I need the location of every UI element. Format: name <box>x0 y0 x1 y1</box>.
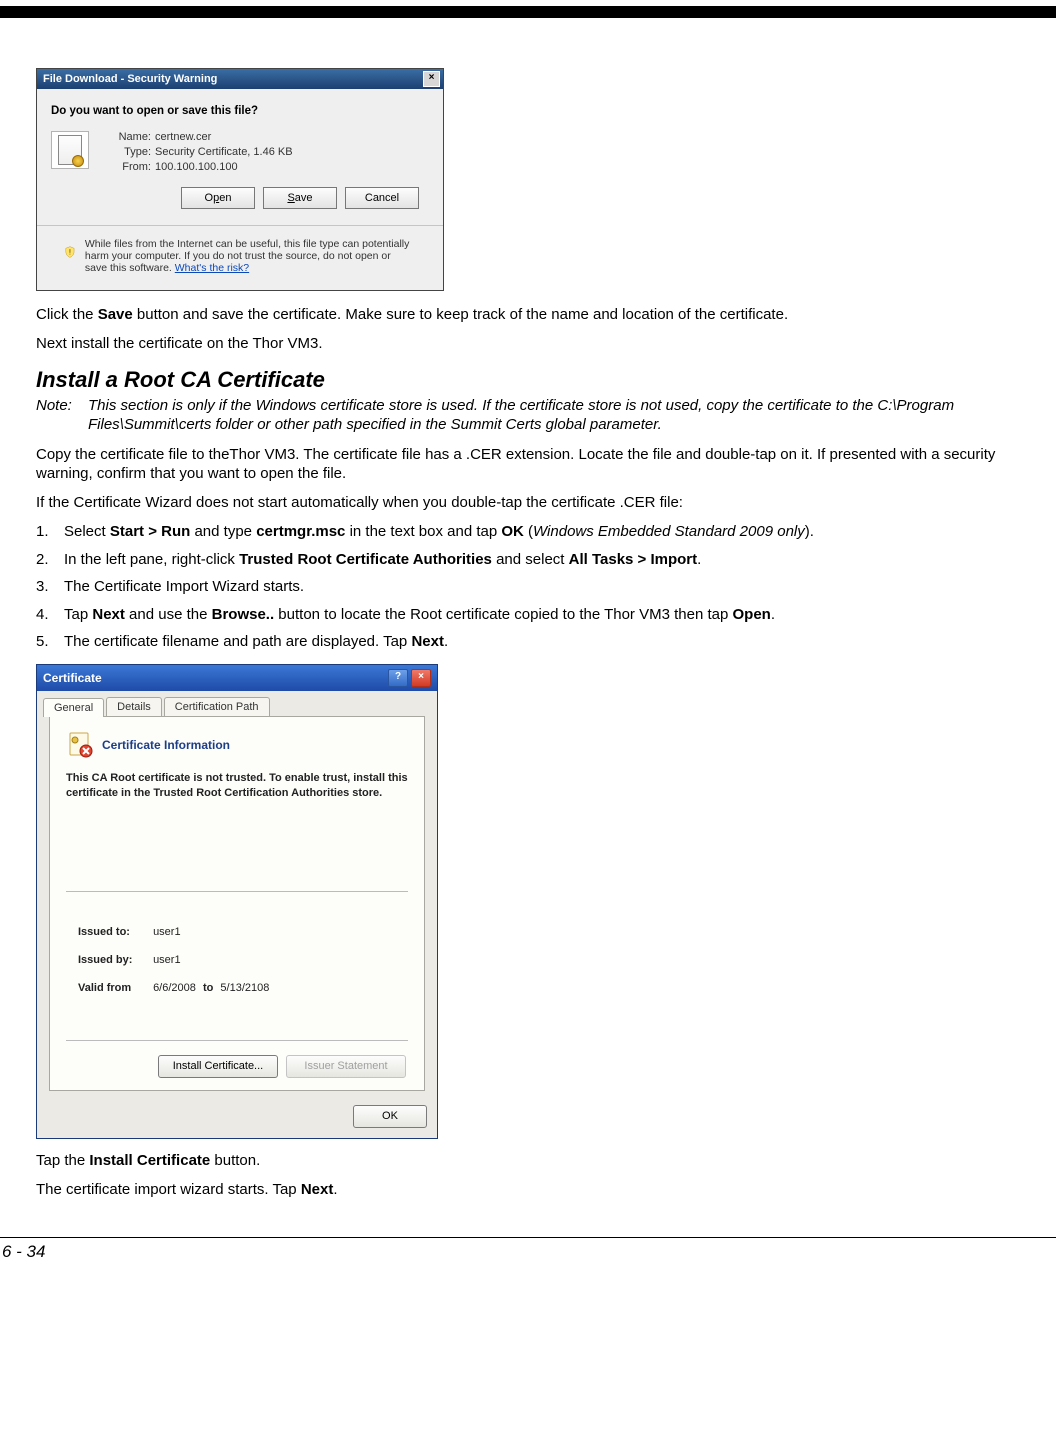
dialog-titlebar: File Download - Security Warning × <box>37 69 443 89</box>
issued-to-value: user1 <box>153 926 181 938</box>
certificate-error-icon <box>66 731 94 759</box>
certificate-trust-text: This CA Root certificate is not trusted.… <box>66 771 408 892</box>
tab-certification-path[interactable]: Certification Path <box>164 697 270 716</box>
valid-from-row: Valid from 6/6/2008 to 5/13/2108 <box>78 982 408 994</box>
cancel-button[interactable]: Cancel <box>345 187 419 209</box>
file-metadata: Name: certnew.cer Type: Security Certifi… <box>103 131 293 173</box>
certificate-dialog-title: Certificate <box>43 671 102 685</box>
list-item: 1.Select Start > Run and type certmgr.ms… <box>36 522 1020 542</box>
list-item: 5.The certificate filename and path are … <box>36 632 1020 652</box>
install-certificate-button[interactable]: Install Certificate... <box>158 1055 278 1078</box>
type-label: Type: <box>103 146 151 158</box>
issuer-statement-button: Issuer Statement <box>286 1055 406 1078</box>
issued-by-row: Issued by: user1 <box>78 954 408 966</box>
warning-text: While files from the Internet can be use… <box>85 238 415 274</box>
tab-general[interactable]: General <box>43 698 104 717</box>
certificate-dialog: Certificate ? × General Details Certific… <box>36 664 438 1139</box>
from-label: From: <box>103 161 151 173</box>
whats-the-risk-link[interactable]: What's the risk? <box>175 262 249 274</box>
valid-to-value: 5/13/2108 <box>220 982 269 994</box>
save-button[interactable]: Save <box>263 187 337 209</box>
para-copy-cert: Copy the certificate file to theThor VM3… <box>36 445 1020 483</box>
note-block: Note: This section is only if the Window… <box>36 397 1020 435</box>
name-value: certnew.cer <box>155 131 293 143</box>
dialog-question: Do you want to open or save this file? <box>51 105 429 117</box>
certificate-info-heading: Certificate Information <box>66 731 408 759</box>
page-top-bar <box>0 6 1056 18</box>
from-value: 100.100.100.100 <box>155 161 293 173</box>
open-button[interactable]: Open <box>181 187 255 209</box>
note-label: Note: <box>36 397 88 435</box>
close-icon[interactable]: × <box>423 71 440 87</box>
issued-by-value: user1 <box>153 954 181 966</box>
para-if-wizard: If the Certificate Wizard does not start… <box>36 493 1020 512</box>
para-tap-install: Tap the Install Certificate button. <box>36 1151 1020 1170</box>
file-download-dialog: File Download - Security Warning × Do yo… <box>36 68 444 291</box>
certificate-file-icon <box>51 131 89 169</box>
list-item: 3.The Certificate Import Wizard starts. <box>36 577 1020 597</box>
tab-details[interactable]: Details <box>106 697 162 716</box>
para-next-install: Next install the certificate on the Thor… <box>36 334 1020 353</box>
close-icon[interactable]: × <box>411 669 431 687</box>
list-item: 2.In the left pane, right-click Trusted … <box>36 550 1020 570</box>
footer-rule <box>0 1237 1056 1238</box>
dialog-title: File Download - Security Warning <box>43 73 217 85</box>
name-label: Name: <box>103 131 151 143</box>
heading-install-root-ca: Install a Root CA Certificate <box>36 367 1020 393</box>
ok-button[interactable]: OK <box>353 1105 427 1128</box>
page-number: 6 - 34 <box>0 1242 1056 1272</box>
para-click-save: Click the Save button and save the certi… <box>36 305 1020 324</box>
valid-from-value: 6/6/2008 <box>153 982 196 994</box>
note-text: This section is only if the Windows cert… <box>88 397 1020 435</box>
list-item: 4.Tap Next and use the Browse.. button t… <box>36 605 1020 625</box>
help-icon[interactable]: ? <box>388 669 408 687</box>
shield-icon <box>65 238 75 266</box>
para-wizard-starts: The certificate import wizard starts. Ta… <box>36 1180 1020 1199</box>
certificate-dialog-titlebar: Certificate ? × <box>37 665 437 691</box>
certificate-tabs: General Details Certification Path <box>43 697 431 716</box>
issued-to-row: Issued to: user1 <box>78 926 408 938</box>
type-value: Security Certificate, 1.46 KB <box>155 146 293 158</box>
